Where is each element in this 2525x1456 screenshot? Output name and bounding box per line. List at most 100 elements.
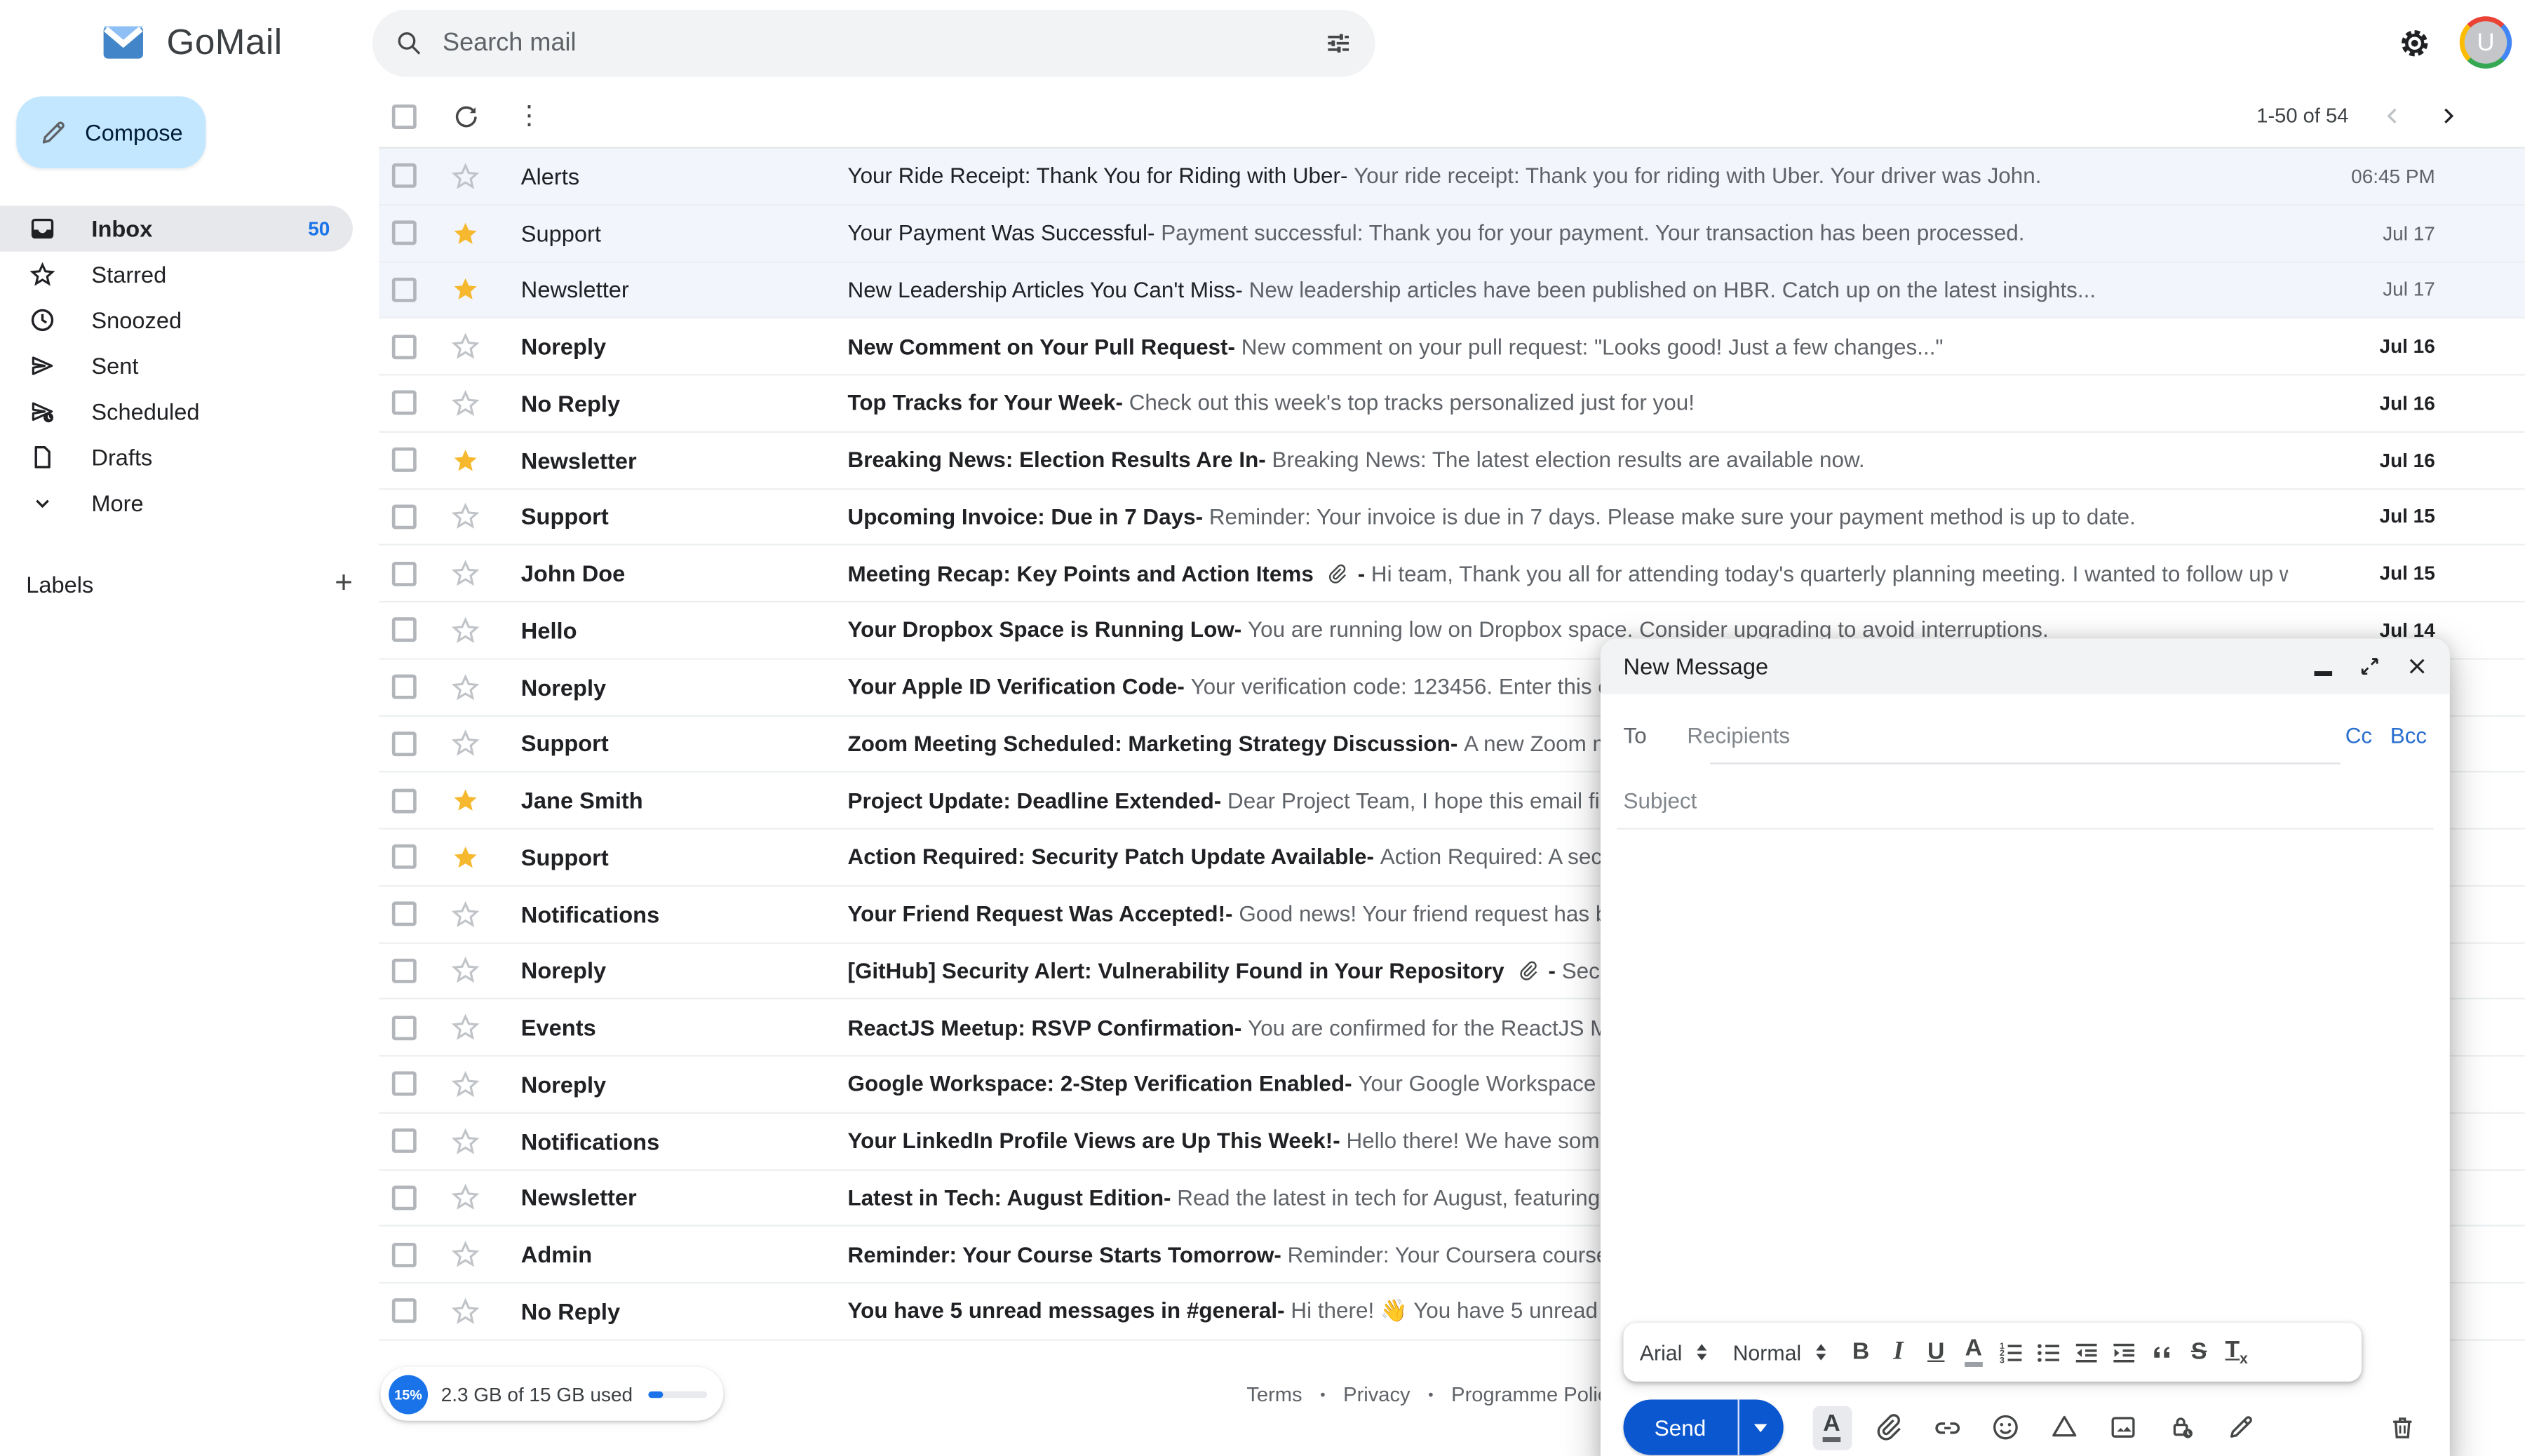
strikethrough-icon[interactable]: S [2180,1333,2218,1372]
email-row[interactable]: Noreply New Comment on Your Pull Request… [379,319,2525,376]
close-icon[interactable] [2407,656,2427,676]
indent-increase-icon[interactable] [2105,1333,2143,1372]
older-page-icon[interactable] [2437,105,2460,128]
star-icon[interactable] [451,786,480,815]
star-icon[interactable] [451,332,480,361]
compose-button[interactable]: Compose [16,96,206,168]
quote-icon[interactable] [2143,1333,2181,1372]
star-icon[interactable] [451,1070,480,1099]
more-options-icon[interactable]: ⋮ [516,100,542,133]
sidebar-item-more[interactable]: More [0,480,353,526]
star-icon[interactable] [451,559,480,588]
footer-link-privacy[interactable]: Privacy [1343,1383,1410,1406]
star-icon[interactable] [451,445,480,475]
email-row[interactable]: Newsletter New Leadership Articles You C… [379,262,2525,319]
insert-link-icon[interactable] [1925,1406,1969,1450]
search-icon[interactable] [395,29,423,58]
email-checkbox[interactable] [392,221,417,245]
email-checkbox[interactable] [392,334,417,358]
bcc-button[interactable]: Bcc [2390,722,2427,747]
subject-input[interactable]: Subject [1624,788,2428,813]
font-family-select[interactable]: Arial [1640,1340,1723,1365]
ordered-list-icon[interactable]: 123 [1993,1333,2031,1372]
text-color-icon[interactable]: A [1955,1333,1993,1372]
star-icon[interactable] [451,275,480,304]
search-filters-icon[interactable] [1324,29,1352,58]
email-row[interactable]: Alerts Your Ride Receipt: Thank You for … [379,149,2525,205]
email-checkbox[interactable] [392,902,417,926]
star-icon[interactable] [451,616,480,645]
star-icon[interactable] [451,729,480,758]
sidebar-item-starred[interactable]: Starred [0,252,353,297]
email-checkbox[interactable] [392,788,417,813]
email-checkbox[interactable] [392,278,417,302]
bulleted-list-icon[interactable] [2030,1333,2068,1372]
email-checkbox[interactable] [392,164,417,189]
email-checkbox[interactable] [392,391,417,415]
star-icon[interactable] [451,1013,480,1042]
star-icon[interactable] [451,1240,480,1269]
star-icon[interactable] [451,502,480,532]
select-all-checkbox[interactable] [392,104,417,128]
email-checkbox[interactable] [392,732,417,756]
email-row[interactable]: John Doe Meeting Recap: Key Points and A… [379,546,2525,602]
star-icon[interactable] [451,899,480,929]
email-checkbox[interactable] [392,1128,417,1153]
email-row[interactable]: Support Your Payment Was Successful- Pay… [379,205,2525,262]
email-checkbox[interactable] [392,1299,417,1323]
email-checkbox[interactable] [392,1242,417,1267]
underline-icon[interactable]: U [1917,1333,1955,1372]
attach-icon[interactable] [1866,1406,1910,1450]
send-options-icon[interactable] [1737,1400,1782,1455]
footer-link-terms[interactable]: Terms [1246,1383,1302,1406]
sidebar-item-scheduled[interactable]: Scheduled [0,389,353,434]
email-checkbox[interactable] [392,504,417,529]
email-checkbox[interactable] [392,1185,417,1210]
star-icon[interactable] [451,672,480,701]
formatting-options-icon[interactable]: A [1812,1406,1852,1450]
email-checkbox[interactable] [392,561,417,586]
compose-header[interactable]: New Message [1601,638,2450,694]
email-checkbox[interactable] [392,1072,417,1096]
sidebar-item-drafts[interactable]: Drafts [0,434,353,480]
remove-formatting-icon[interactable]: Tx [2218,1333,2256,1372]
signature-icon[interactable] [2218,1406,2263,1450]
to-field[interactable]: To Recipients Cc Bcc [1624,707,2428,762]
star-icon[interactable] [451,1297,480,1326]
star-icon[interactable] [451,218,480,248]
cc-button[interactable]: Cc [2345,722,2372,747]
discard-draft-icon[interactable] [2380,1406,2424,1450]
drive-icon[interactable] [2042,1406,2087,1450]
email-checkbox[interactable] [392,618,417,642]
recipients-input[interactable]: Recipients [1687,722,2345,747]
refresh-icon[interactable] [452,102,480,130]
minimize-icon[interactable] [2314,657,2332,676]
star-icon[interactable] [451,389,480,418]
search-bar[interactable]: Search mail [372,10,1375,76]
star-icon[interactable] [451,842,480,872]
star-icon[interactable] [451,1126,480,1156]
search-input[interactable]: Search mail [443,29,1324,58]
star-icon[interactable] [451,1183,480,1213]
star-icon[interactable] [451,956,480,985]
send-button[interactable]: Send [1624,1400,1783,1455]
email-row[interactable]: Newsletter Breaking News: Election Resul… [379,432,2525,489]
open-in-full-icon[interactable] [2360,656,2380,676]
add-label-icon[interactable]: + [335,568,353,599]
subject-field[interactable]: Subject [1624,772,2428,828]
newer-page-icon[interactable] [2381,105,2404,128]
star-icon[interactable] [451,161,480,191]
italic-icon[interactable]: I [1880,1333,1918,1372]
sidebar-item-inbox[interactable]: Inbox 50 [0,205,353,251]
email-checkbox[interactable] [392,845,417,870]
sidebar-item-sent[interactable]: Sent [0,343,353,389]
email-checkbox[interactable] [392,675,417,699]
send-label[interactable]: Send [1624,1400,1737,1455]
email-checkbox[interactable] [392,1015,417,1039]
font-size-select[interactable]: Normal [1733,1340,1843,1365]
account-avatar[interactable]: U [2460,16,2512,69]
email-checkbox[interactable] [392,447,417,472]
email-checkbox[interactable] [392,959,417,983]
insert-emoji-icon[interactable] [1984,1406,2028,1450]
indent-decrease-icon[interactable] [2068,1333,2106,1372]
